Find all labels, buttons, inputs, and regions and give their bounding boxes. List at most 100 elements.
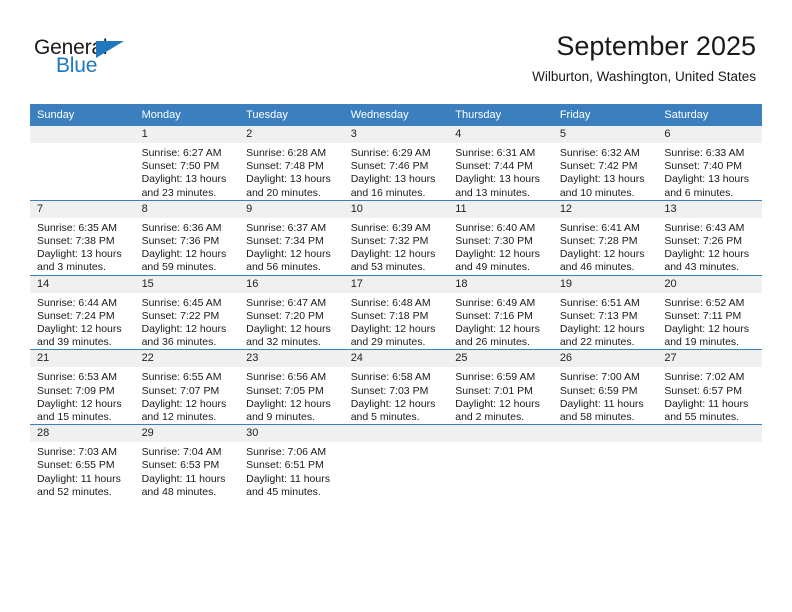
calendar-day-cell[interactable]: 29 Sunrise: 7:04 AM Sunset: 6:53 PM Dayligh… <box>134 424 240 500</box>
calendar-day-cell[interactable]: 18 Sunrise: 6:49 AM Sunset: 7:16 PM Dayligh… <box>448 274 553 350</box>
calendar-day-cell[interactable]: 2 Sunrise: 6:28 AM Sunset: 7:48 PM Daylight… <box>239 125 344 201</box>
calendar-day-cell[interactable]: 30 Sunrise: 7:06 AM Sunset: 6:51 PM Dayligh… <box>239 424 344 500</box>
daylight-text: Daylight: 12 hours and 59 minutes. <box>141 248 227 274</box>
calendar-day-cell-empty <box>343 424 449 500</box>
day-details: Sunrise: 6:29 AM Sunset: 7:46 PM Daylight:… <box>344 143 449 200</box>
sunset-text: Sunset: 7:44 PM <box>455 160 533 173</box>
calendar-week-row: 14 Sunrise: 6:44 AM Sunset: 7:24 PM Dayligh… <box>30 274 762 350</box>
sunset-text: Sunset: 7:22 PM <box>141 309 220 322</box>
sunrise-text: Sunrise: 6:49 AM <box>455 296 536 309</box>
sunrise-text: Sunrise: 6:27 AM <box>141 147 222 159</box>
sunrise-text: Sunrise: 7:00 AM <box>559 371 640 384</box>
calendar-day-cell[interactable]: 19 Sunrise: 6:51 AM Sunset: 7:13 PM Dayligh… <box>552 274 658 350</box>
calendar-day-cell[interactable]: 20 Sunrise: 6:52 AM Sunset: 7:11 PM Dayligh… <box>657 274 762 350</box>
daylight-text: Daylight: 12 hours and 2 minutes. <box>455 397 540 424</box>
sunrise-text: Sunrise: 6:59 AM <box>455 371 536 384</box>
calendar-day-cell[interactable]: 16 Sunrise: 6:47 AM Sunset: 7:20 PM Dayligh… <box>239 274 344 350</box>
calendar-day-cell[interactable]: 24 Sunrise: 6:58 AM Sunset: 7:03 PM Dayligh… <box>343 349 449 425</box>
sunset-text: Sunset: 7:09 PM <box>37 384 115 397</box>
daylight-text: Daylight: 11 hours and 58 minutes. <box>559 397 644 424</box>
day-details: Sunrise: 6:39 AM Sunset: 7:32 PM Daylight:… <box>344 218 449 275</box>
sunset-text: Sunset: 7:28 PM <box>559 235 638 248</box>
sunset-text: Sunset: 7:36 PM <box>141 235 220 248</box>
sunset-text: Sunset: 6:55 PM <box>37 459 115 472</box>
calendar-day-cell[interactable]: 3 Sunrise: 6:29 AM Sunset: 7:46 PM Daylight… <box>343 125 449 201</box>
day-details: Sunrise: 6:45 AM Sunset: 7:22 PM Daylight:… <box>135 293 240 350</box>
daylight-text: Daylight: 13 hours and 10 minutes. <box>559 173 645 199</box>
daylight-text: Daylight: 13 hours and 13 minutes. <box>455 173 540 199</box>
daylight-text: Daylight: 12 hours and 15 minutes. <box>37 397 122 424</box>
sunset-text: Sunset: 7:46 PM <box>350 160 429 173</box>
daylight-text: Daylight: 13 hours and 6 minutes. <box>664 173 750 199</box>
calendar-day-cell[interactable]: 21 Sunrise: 6:53 AM Sunset: 7:09 PM Dayligh… <box>30 349 135 425</box>
calendar-day-cell[interactable]: 9 Sunrise: 6:37 AM Sunset: 7:34 PM Daylight… <box>239 199 344 276</box>
calendar-day-cell[interactable]: 11 Sunrise: 6:40 AM Sunset: 7:30 PM Dayligh… <box>448 199 553 276</box>
day-details: Sunrise: 6:33 AM Sunset: 7:40 PM Daylight:… <box>657 143 762 200</box>
calendar-day-cell[interactable]: 25 Sunrise: 6:59 AM Sunset: 7:01 PM Dayligh… <box>448 349 553 425</box>
page-title: September 2025 <box>556 31 756 61</box>
calendar-day-cell[interactable]: 28 Sunrise: 7:03 AM Sunset: 6:55 PM Dayligh… <box>30 424 135 500</box>
sunrise-text: Sunrise: 6:39 AM <box>350 221 431 234</box>
calendar-day-cell[interactable]: 7 Sunrise: 6:35 AM Sunset: 7:38 PM Daylight… <box>30 199 135 276</box>
day-details: Sunrise: 6:35 AM Sunset: 7:38 PM Daylight:… <box>30 218 135 275</box>
day-details: Sunrise: 6:31 AM Sunset: 7:44 PM Daylight:… <box>448 143 553 200</box>
sunrise-text: Sunrise: 6:58 AM <box>350 371 431 384</box>
sunset-text: Sunset: 6:53 PM <box>141 459 220 472</box>
sunrise-text: Sunrise: 6:41 AM <box>559 221 640 234</box>
daylight-text: Daylight: 12 hours and 12 minutes. <box>141 397 227 424</box>
daylight-text: Daylight: 13 hours and 3 minutes. <box>37 248 122 274</box>
calendar-day-cell[interactable]: 27 Sunrise: 7:02 AM Sunset: 6:57 PM Dayligh… <box>657 349 762 425</box>
sunset-text: Sunset: 7:16 PM <box>455 309 533 322</box>
calendar-day-cell[interactable]: 1 Sunrise: 6:27 AM Sunset: 7:50 PM Daylight… <box>134 125 240 201</box>
calendar-day-cell[interactable]: 17 Sunrise: 6:48 AM Sunset: 7:18 PM Dayligh… <box>343 274 449 350</box>
calendar-day-cell[interactable]: 6 Sunrise: 6:33 AM Sunset: 7:40 PM Daylight… <box>657 125 762 201</box>
daylight-text: Daylight: 12 hours and 29 minutes. <box>350 323 436 349</box>
sunrise-text: Sunrise: 7:02 AM <box>664 371 745 384</box>
day-details: Sunrise: 6:47 AM Sunset: 7:20 PM Daylight:… <box>239 293 344 350</box>
sunrise-sunset-calendar: Sunday Monday Tuesday Wednesday Thursday… <box>30 104 762 500</box>
day-number: 26 <box>552 350 658 368</box>
day-number: 4 <box>448 126 553 143</box>
sunset-text: Sunset: 7:11 PM <box>664 309 742 322</box>
calendar-day-cell[interactable]: 15 Sunrise: 6:45 AM Sunset: 7:22 PM Dayligh… <box>134 274 240 350</box>
day-number: 27 <box>657 350 762 368</box>
calendar-day-cell[interactable]: 12 Sunrise: 6:41 AM Sunset: 7:28 PM Dayligh… <box>552 199 658 276</box>
calendar-day-cell[interactable]: 4 Sunrise: 6:31 AM Sunset: 7:44 PM Daylight… <box>448 125 553 201</box>
sunrise-text: Sunrise: 7:03 AM <box>37 446 117 459</box>
daylight-text: Daylight: 12 hours and 5 minutes. <box>350 397 436 424</box>
sunset-text: Sunset: 7:48 PM <box>246 160 324 173</box>
sunset-text: Sunset: 7:32 PM <box>350 235 429 248</box>
sunrise-text: Sunrise: 6:36 AM <box>141 221 222 234</box>
day-number: 13 <box>657 200 762 218</box>
day-details: Sunrise: 7:04 AM Sunset: 6:53 PM Daylight:… <box>135 442 240 499</box>
day-number <box>552 425 658 443</box>
calendar-day-cell[interactable]: 13 Sunrise: 6:43 AM Sunset: 7:26 PM Dayligh… <box>657 199 762 276</box>
daylight-text: Daylight: 11 hours and 48 minutes. <box>141 472 226 498</box>
calendar-day-cell[interactable]: 14 Sunrise: 6:44 AM Sunset: 7:24 PM Dayligh… <box>30 274 135 350</box>
calendar-day-cell[interactable]: 5 Sunrise: 6:32 AM Sunset: 7:42 PM Daylight… <box>552 125 658 201</box>
calendar-week-row: 21 Sunrise: 6:53 AM Sunset: 7:09 PM Dayligh… <box>30 349 762 425</box>
sunrise-text: Sunrise: 6:31 AM <box>455 147 536 159</box>
calendar-week-row: 1 Sunrise: 6:27 AM Sunset: 7:50 PM Daylight… <box>30 125 762 201</box>
sunset-text: Sunset: 7:50 PM <box>141 160 220 173</box>
sunset-text: Sunset: 7:01 PM <box>455 384 533 397</box>
calendar-day-cell[interactable]: 10 Sunrise: 6:39 AM Sunset: 7:32 PM Dayligh… <box>343 199 449 276</box>
calendar-day-cell[interactable]: 8 Sunrise: 6:36 AM Sunset: 7:36 PM Daylight… <box>134 199 240 276</box>
daylight-text: Daylight: 12 hours and 19 minutes. <box>664 323 750 349</box>
general-blue-logo: General Blue <box>34 36 154 82</box>
calendar-day-cell[interactable]: 23 Sunrise: 6:56 AM Sunset: 7:05 PM Dayligh… <box>239 349 344 425</box>
sunset-text: Sunset: 7:30 PM <box>455 235 533 248</box>
day-number: 9 <box>239 200 344 218</box>
sunset-text: Sunset: 7:18 PM <box>350 309 429 322</box>
day-details: Sunrise: 6:28 AM Sunset: 7:48 PM Daylight:… <box>239 143 344 200</box>
sunrise-text: Sunrise: 6:55 AM <box>141 371 222 384</box>
day-number <box>343 425 449 443</box>
calendar-day-cell[interactable]: 26 Sunrise: 7:00 AM Sunset: 6:59 PM Dayligh… <box>552 349 658 425</box>
sunset-text: Sunset: 7:03 PM <box>350 384 429 397</box>
day-number: 17 <box>343 275 449 293</box>
day-details: Sunrise: 6:48 AM Sunset: 7:18 PM Daylight:… <box>344 293 449 350</box>
sunrise-text: Sunrise: 6:29 AM <box>350 147 431 159</box>
day-number <box>30 126 135 143</box>
day-number: 30 <box>239 425 344 443</box>
calendar-day-cell[interactable]: 22 Sunrise: 6:55 AM Sunset: 7:07 PM Dayligh… <box>134 349 240 425</box>
